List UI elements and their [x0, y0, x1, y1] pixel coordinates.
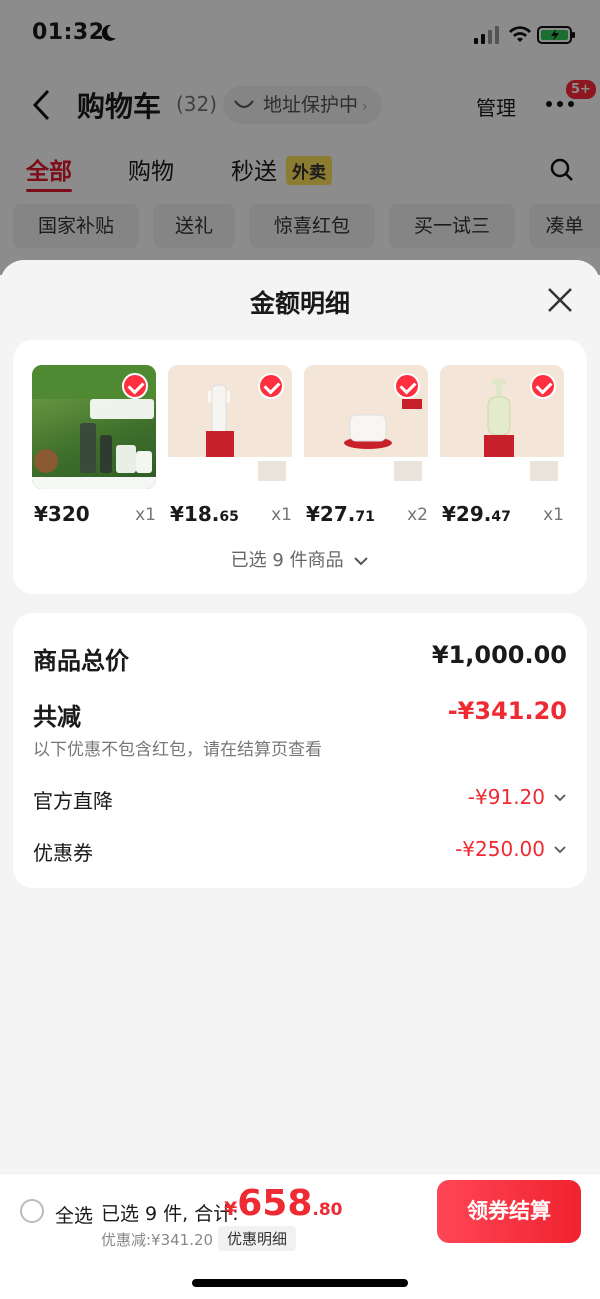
price-decimal: 47 [491, 509, 511, 525]
product-image [440, 365, 564, 489]
selected-check-icon [530, 373, 556, 399]
product-quantity: x1 [271, 505, 292, 525]
total-payable: ¥658.80 [224, 1183, 343, 1224]
total-price-label: 商品总价 [33, 647, 129, 675]
currency-symbol: ¥ [224, 1198, 238, 1220]
product-price: ¥27.71 [306, 502, 375, 526]
product-image [168, 365, 292, 489]
product-quantity: x1 [135, 505, 156, 525]
home-indicator[interactable] [192, 1279, 408, 1287]
sheet-title: 金额明细 [249, 289, 350, 318]
product-price: ¥18.65 [170, 502, 239, 526]
selected-count-label: 已选 9 件商品 [230, 550, 344, 571]
selected-count-toggle[interactable]: 已选 9 件商品 [13, 546, 587, 572]
discount-note-text: 以下优惠不包含红包，请在结算页查看 [33, 740, 322, 760]
price-summary-card: 商品总价 ¥1,000.00 共减 -¥341.20 以下优惠不包含红包，请在结… [13, 613, 587, 888]
product-item[interactable]: ¥320 x1 [32, 365, 156, 526]
coupon-value: -¥250.00 [455, 837, 545, 861]
selected-products-card: ¥320 x1 ¥18.65 x1 ¥27.71 x2 ¥29.47 x1 已选… [13, 340, 587, 594]
coupon-label: 优惠券 [33, 841, 93, 865]
price-integer: ¥18. [170, 502, 220, 526]
price-decimal: .80 [312, 1200, 343, 1220]
selected-check-icon [394, 373, 420, 399]
chevron-down-icon [554, 846, 566, 854]
product-item[interactable]: ¥18.65 x1 [168, 365, 292, 526]
total-price-value: ¥1,000.00 [431, 641, 567, 669]
price-decimal: 71 [355, 509, 375, 525]
product-item[interactable]: ¥29.47 x1 [440, 365, 564, 526]
product-quantity: x1 [543, 505, 564, 525]
product-quantity: x2 [407, 505, 428, 525]
official-discount-label: 官方直降 [33, 789, 113, 813]
price-integer: 658 [237, 1183, 313, 1224]
checkout-button[interactable]: 领券结算 [437, 1180, 581, 1243]
product-item[interactable]: ¥27.71 x2 [304, 365, 428, 526]
discount-detail-button[interactable]: 优惠明细 [218, 1226, 297, 1251]
select-all-radio[interactable] [20, 1199, 44, 1223]
select-all-label[interactable]: 全选 [55, 1201, 93, 1228]
price-integer: ¥320 [34, 502, 90, 526]
selected-check-icon [258, 373, 284, 399]
product-price: ¥29.47 [442, 502, 511, 526]
product-price: ¥320 [34, 502, 90, 526]
price-decimal: 65 [219, 509, 239, 525]
checkout-bar: 全选 已选 9 件, 合计: ¥658.80 优惠减:¥341.20 优惠明细 … [0, 1173, 600, 1299]
discount-amount: 优惠减:¥341.20 [101, 1231, 214, 1249]
total-reduction-label: 共减 [33, 703, 81, 731]
dim-overlay[interactable] [0, 0, 600, 275]
product-image [32, 365, 156, 489]
selected-check-icon [122, 373, 148, 399]
total-reduction-value: -¥341.20 [447, 697, 567, 725]
amount-detail-sheet: 金额明细 ¥320 x1 ¥18.65 x1 ¥27.71 x2 ¥29.47 … [0, 260, 600, 1173]
chevron-down-icon [554, 794, 566, 802]
price-integer: ¥29. [442, 502, 492, 526]
close-icon[interactable] [546, 286, 574, 314]
chevron-down-icon [354, 557, 369, 566]
price-integer: ¥27. [306, 502, 356, 526]
selected-total-label: 已选 9 件, 合计: [101, 1203, 239, 1225]
product-image [304, 365, 428, 489]
